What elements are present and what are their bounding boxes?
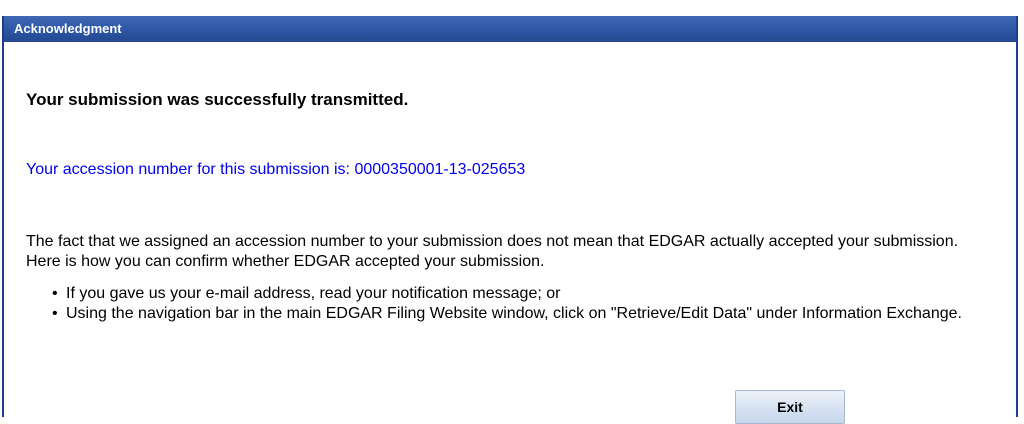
dialog-title-bar: Acknowledgment	[4, 16, 1016, 42]
accession-number-text: Your accession number for this submissio…	[26, 161, 526, 178]
list-item: If you gave us your e-mail address, read…	[52, 284, 982, 304]
acknowledgment-dialog: Acknowledgment Your submission was succe…	[2, 16, 1018, 417]
success-message: Your submission was successfully transmi…	[26, 90, 409, 109]
info-paragraph: The fact that we assigned an accession n…	[26, 233, 959, 270]
confirmation-steps-list: If you gave us your e-mail address, read…	[52, 284, 982, 324]
list-item: Using the navigation bar in the main EDG…	[52, 304, 982, 324]
dialog-title: Acknowledgment	[14, 21, 122, 36]
